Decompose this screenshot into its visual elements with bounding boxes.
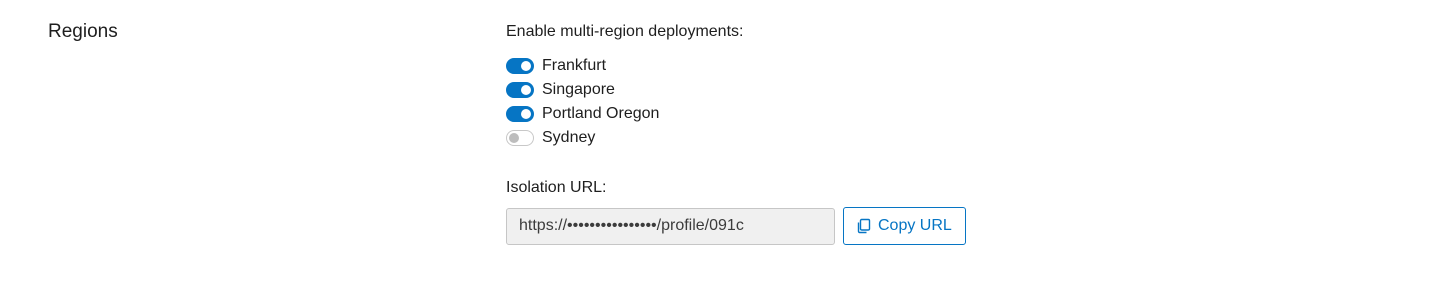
toggle-knob bbox=[509, 133, 519, 143]
section-title: Regions bbox=[48, 21, 118, 42]
toggle-singapore[interactable] bbox=[506, 82, 534, 98]
toggle-knob bbox=[521, 109, 531, 119]
region-label-portland-oregon: Portland Oregon bbox=[542, 105, 660, 122]
regions-panel: Enable multi-region deployments: Frankfu… bbox=[506, 22, 1106, 245]
toggle-sydney[interactable] bbox=[506, 130, 534, 146]
region-label-sydney: Sydney bbox=[542, 129, 596, 146]
region-list: Frankfurt Singapore Portland Oregon Sydn… bbox=[506, 54, 1106, 150]
multi-region-label: Enable multi-region deployments: bbox=[506, 23, 744, 40]
toggle-knob bbox=[521, 85, 531, 95]
isolation-url-row: Copy URL bbox=[506, 207, 1106, 245]
toggle-frankfurt[interactable] bbox=[506, 58, 534, 74]
isolation-url-label: Isolation URL: bbox=[506, 179, 607, 196]
region-row-singapore: Singapore bbox=[506, 78, 1106, 102]
region-label-frankfurt: Frankfurt bbox=[542, 57, 607, 74]
copy-icon bbox=[856, 218, 872, 234]
region-row-frankfurt: Frankfurt bbox=[506, 54, 1106, 78]
region-row-sydney: Sydney bbox=[506, 126, 1106, 150]
region-label-singapore: Singapore bbox=[542, 81, 615, 98]
isolation-url-field[interactable] bbox=[506, 207, 835, 245]
toggle-knob bbox=[521, 61, 531, 71]
region-row-portland-oregon: Portland Oregon bbox=[506, 102, 1106, 126]
copy-url-button[interactable]: Copy URL bbox=[843, 207, 966, 245]
copy-url-label: Copy URL bbox=[878, 217, 952, 234]
toggle-portland-oregon[interactable] bbox=[506, 106, 534, 122]
